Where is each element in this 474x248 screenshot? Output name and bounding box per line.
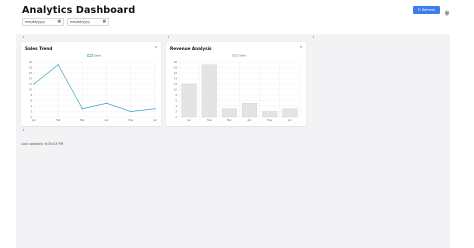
y-tick-label: 16 bbox=[174, 72, 178, 75]
y-tick-label: 18 bbox=[174, 66, 178, 69]
y-tick-label: 10 bbox=[29, 88, 33, 91]
close-icon[interactable]: × bbox=[154, 45, 157, 50]
y-tick-label: 8 bbox=[175, 94, 177, 97]
data-point bbox=[130, 110, 132, 113]
end-date-input[interactable]: mm/dd/yyyy ▦ bbox=[67, 18, 109, 26]
start-date-input[interactable]: mm/dd/yyyy ▦ bbox=[22, 18, 64, 26]
y-tick-label: 0 bbox=[175, 116, 177, 119]
x-tick-label: Jun bbox=[152, 119, 157, 122]
refresh-label: Refresh bbox=[421, 8, 436, 12]
x-tick-label: May bbox=[128, 119, 134, 122]
x-tick-label: Apr bbox=[105, 119, 109, 122]
legend-swatch bbox=[232, 53, 238, 57]
y-tick-label: 8 bbox=[30, 94, 32, 97]
x-tick-label: Mar bbox=[227, 119, 232, 122]
y-tick-label: 20 bbox=[29, 61, 33, 64]
start-date-value: mm/dd/yyyy bbox=[25, 20, 45, 24]
data-point bbox=[106, 102, 108, 104]
x-tick-label: Jan bbox=[31, 119, 36, 122]
x-tick-label: Jan bbox=[186, 119, 191, 122]
y-tick-label: 2 bbox=[175, 110, 177, 113]
resize-handle[interactable]: ⇕ bbox=[22, 129, 25, 132]
legend-label: Sales bbox=[94, 54, 102, 58]
bar bbox=[221, 108, 237, 118]
bar bbox=[262, 111, 278, 118]
bar bbox=[242, 103, 258, 118]
x-tick-label: Feb bbox=[56, 119, 61, 122]
y-tick-label: 14 bbox=[174, 77, 178, 80]
gear-icon bbox=[444, 1, 450, 20]
resize-handle[interactable]: ⇕ bbox=[22, 36, 25, 39]
data-point bbox=[154, 108, 156, 110]
y-tick-label: 10 bbox=[174, 88, 178, 91]
y-tick-label: 20 bbox=[174, 61, 178, 64]
y-tick-label: 6 bbox=[175, 99, 177, 102]
refresh-icon: ↻ bbox=[417, 8, 421, 12]
card-title: Revenue Analysis bbox=[170, 46, 212, 51]
x-tick-label: Jun bbox=[287, 119, 292, 122]
card-title: Sales Trend bbox=[25, 46, 53, 51]
y-tick-label: 6 bbox=[30, 99, 32, 102]
sales-trend-chart: Sales02468101214161820Jan Feb Mar Apr May Jun bbox=[29, 53, 157, 123]
sales-trend-card: Sales Trend × Sales 0 2 4 6 8 10 12 14 16 18 20 Jan F… bbox=[21, 42, 161, 126]
data-point bbox=[33, 83, 35, 85]
bar bbox=[181, 83, 197, 118]
y-tick-label: 18 bbox=[29, 66, 33, 69]
x-tick-label: May bbox=[267, 119, 273, 122]
page-title: Analytics Dashboard bbox=[22, 5, 136, 16]
data-point bbox=[81, 108, 83, 110]
end-date-value: mm/dd/yyyy bbox=[70, 20, 90, 24]
x-tick-label: Feb bbox=[207, 119, 212, 122]
x-tick-label: Apr bbox=[248, 119, 252, 122]
bar bbox=[282, 108, 298, 118]
resize-handle[interactable]: ⇕ bbox=[167, 36, 170, 39]
y-tick-label: 14 bbox=[29, 77, 33, 80]
bar bbox=[201, 64, 217, 118]
y-tick-label: 4 bbox=[175, 105, 177, 108]
legend-label: Sales bbox=[239, 54, 247, 58]
series-line bbox=[33, 64, 156, 112]
revenue-analysis-card: Revenue Analysis × Sales 0 2 4 6 8 10 12 14 16 18 2… bbox=[166, 42, 306, 126]
calendar-icon[interactable]: ▦ bbox=[58, 20, 61, 24]
legend-swatch bbox=[87, 53, 93, 57]
last-updated-text: Last updated: 6:35:03 PM bbox=[21, 142, 64, 146]
close-icon[interactable]: × bbox=[299, 45, 302, 50]
dashboard-app: Analytics Dashboard ↻ Refresh mm/dd/yyyy… bbox=[0, 0, 474, 248]
y-tick-label: 4 bbox=[30, 105, 32, 108]
data-point bbox=[57, 64, 59, 66]
calendar-icon[interactable]: ▦ bbox=[103, 20, 106, 24]
settings-button[interactable] bbox=[443, 6, 451, 16]
revenue-analysis-chart: Sales 0 2 4 6 8 10 12 14 16 18 20 Jan Feb Mar Apr May Jun bbox=[174, 53, 301, 122]
y-tick-label: 12 bbox=[29, 83, 33, 86]
y-tick-label: 16 bbox=[29, 72, 33, 75]
refresh-button[interactable]: ↻ Refresh bbox=[413, 6, 440, 14]
y-tick-label: 12 bbox=[174, 83, 178, 86]
y-tick-label: 2 bbox=[30, 110, 32, 113]
x-tick-label: Mar bbox=[80, 119, 85, 122]
resize-handle[interactable]: ⇕ bbox=[312, 36, 315, 39]
